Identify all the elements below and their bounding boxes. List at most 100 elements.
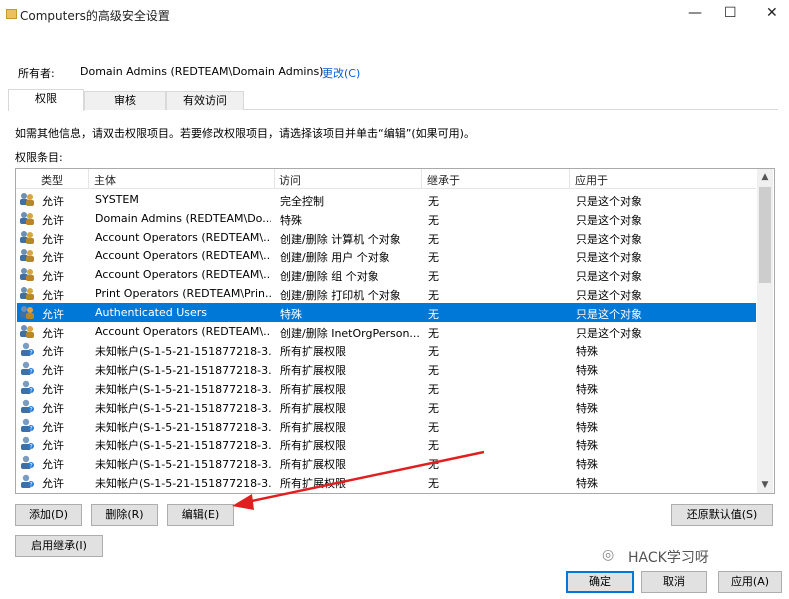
table-row[interactable]: ? 允许 未知帐户(S-1-5-21-151877218-3... 所有扩展权限 无 特殊: [17, 378, 756, 397]
unknown-user-icon: ?: [19, 380, 35, 394]
column-header-applies-to[interactable]: 应用于: [575, 172, 608, 188]
principal-name: 未知帐户(S-1-5-21-151877218-3...: [95, 364, 271, 378]
cancel-button[interactable]: 取消: [641, 571, 707, 593]
table-row[interactable]: ? 允许 未知帐户(S-1-5-21-151877218-3... 所有扩展权限 无 特殊: [17, 397, 756, 416]
user-group-icon: [19, 305, 35, 319]
table-row[interactable]: ? 允许 未知帐户(S-1-5-21-151877218-3... 所有扩展权限 无 特殊: [17, 472, 756, 491]
permission-type: 允许: [42, 289, 64, 302]
applies-to: 只是这个对象: [576, 232, 642, 246]
title-bar: Computers的高级安全设置 — ☐ ✕: [0, 0, 789, 30]
column-header-access[interactable]: 访问: [279, 172, 301, 188]
principal-name: 未知帐户(S-1-5-21-151877218-3...: [95, 345, 271, 359]
permission-entries-list[interactable]: 类型 主体 访问 继承于 应用于 允许 SYSTEM 完全控制无只是这个对象 允许 Do…: [15, 168, 775, 494]
scroll-thumb[interactable]: [759, 187, 771, 283]
table-row[interactable]: 允许 Print Operators (REDTEAM\Prin... 创建/删除 …: [17, 284, 756, 303]
applies-to: 只是这个对象: [576, 307, 642, 321]
column-separator[interactable]: [421, 169, 422, 188]
access-level: 所有扩展权限: [280, 345, 346, 359]
table-row[interactable]: 允许 Domain Admins (REDTEAM\Do... 特殊 无 只是这个对象: [17, 209, 756, 228]
user-group-icon: [19, 267, 35, 282]
permission-type: 允许: [42, 383, 64, 396]
folder-icon: [6, 9, 17, 19]
minimize-button[interactable]: —: [688, 5, 702, 21]
principal-name: SYSTEM: [95, 193, 139, 206]
edit-button[interactable]: 编辑(E): [167, 504, 234, 526]
inherited-from: 无: [428, 420, 439, 434]
applies-to: 特殊: [576, 364, 598, 378]
owner-value: Domain Admins (REDTEAM\Domain Admins): [80, 65, 324, 78]
column-header-type[interactable]: 类型: [41, 172, 63, 188]
table-row[interactable]: ? 允许 未知帐户(S-1-5-21-151877218-3... 所有扩展权限 无 特殊: [17, 453, 756, 472]
access-level: 所有扩展权限: [280, 477, 346, 490]
permission-type: 允许: [42, 232, 64, 246]
remove-button[interactable]: 删除(R): [91, 504, 158, 526]
inherited-from: 无: [428, 477, 439, 490]
access-level: 所有扩展权限: [280, 458, 346, 472]
column-header-inherited-from[interactable]: 继承于: [427, 172, 460, 188]
column-separator[interactable]: [88, 169, 89, 188]
permission-type: 允许: [42, 307, 64, 321]
column-separator[interactable]: [274, 169, 275, 188]
permission-type: 允许: [42, 251, 64, 265]
column-separator[interactable]: [569, 169, 570, 188]
tab-permissions[interactable]: 权限: [8, 89, 84, 111]
restore-defaults-button[interactable]: 还原默认值(S): [671, 504, 773, 526]
principal-name: 未知帐户(S-1-5-21-151877218-3...: [95, 420, 271, 434]
user-group-icon: [19, 230, 35, 244]
inherited-from: 无: [428, 401, 439, 415]
column-header-principal[interactable]: 主体: [94, 172, 116, 188]
table-row[interactable]: 允许 Account Operators (REDTEAM\... 创建/删除 组 …: [17, 265, 756, 284]
maximize-button[interactable]: ☐: [724, 5, 737, 21]
table-row[interactable]: 允许 Account Operators (REDTEAM\... 创建/删除 用户…: [17, 246, 756, 265]
applies-to: 特殊: [576, 439, 598, 453]
inherited-from: 无: [428, 326, 439, 340]
table-row[interactable]: 允许 Authenticated Users 特殊 无 只是这个对象: [17, 302, 756, 322]
scroll-up-arrow-icon[interactable]: ▲: [757, 169, 773, 185]
apply-button[interactable]: 应用(A): [718, 571, 782, 593]
inherited-from: 无: [428, 307, 439, 321]
user-group-icon: [19, 248, 35, 263]
permission-type: 允许: [42, 420, 64, 434]
svg-text:?: ?: [30, 463, 33, 470]
principal-name: Account Operators (REDTEAM\...: [95, 249, 271, 263]
table-row[interactable]: 允许 Account Operators (REDTEAM\... 创建/删除 In…: [17, 322, 756, 341]
access-level: 创建/删除 打印机 个对象: [280, 289, 401, 302]
permission-type: 允许: [42, 213, 64, 227]
tab-effective-access[interactable]: 有效访问: [166, 91, 244, 110]
access-level: 所有扩展权限: [280, 420, 346, 434]
table-row[interactable]: ? 允许 未知帐户(S-1-5-21-151877218-3... 所有扩展权限 无 特殊: [17, 359, 756, 378]
unknown-user-icon: ?: [19, 342, 35, 357]
permission-type: 允许: [42, 401, 64, 415]
tab-auditing[interactable]: 审核: [84, 91, 166, 110]
inherited-from: 无: [428, 213, 439, 227]
principal-name: Print Operators (REDTEAM\Prin...: [95, 287, 271, 300]
scroll-down-arrow-icon[interactable]: ▼: [757, 477, 773, 493]
vertical-scrollbar[interactable]: ▲ ▼: [757, 169, 773, 493]
list-header: 类型 主体 访问 继承于 应用于: [16, 169, 756, 189]
unknown-user-icon: ?: [19, 399, 35, 413]
table-row[interactable]: 允许 SYSTEM 完全控制 无 只是这个对象: [17, 190, 756, 209]
inherited-from: 无: [428, 439, 439, 453]
user-group-icon: [19, 192, 35, 206]
change-owner-link[interactable]: 更改(C): [322, 65, 360, 81]
principal-name: Account Operators (REDTEAM\...: [95, 324, 271, 338]
table-row[interactable]: 允许 Account Operators (REDTEAM\... 创建/删除 计算…: [17, 228, 756, 247]
table-row[interactable]: ? 允许 未知帐户(S-1-5-21-151877218-3... 所有扩展权限 无 特殊: [17, 416, 756, 435]
permission-type: 允许: [42, 364, 64, 378]
access-level: 特殊: [280, 213, 302, 227]
add-button[interactable]: 添加(D): [15, 504, 82, 526]
applies-to: 特殊: [576, 458, 598, 472]
table-row[interactable]: ? 允许 未知帐户(S-1-5-21-151877218-3... 所有扩展权限 无 特殊: [17, 434, 756, 453]
principal-name: 未知帐户(S-1-5-21-151877218-3...: [95, 439, 271, 453]
enable-inheritance-button[interactable]: 启用继承(I): [15, 535, 103, 557]
applies-to: 只是这个对象: [576, 213, 642, 227]
unknown-user-icon: ?: [19, 436, 35, 451]
close-button[interactable]: ✕: [766, 5, 778, 21]
svg-text:?: ?: [30, 388, 33, 395]
ok-button[interactable]: 确定: [566, 571, 634, 593]
inherited-from: 无: [428, 383, 439, 396]
table-row[interactable]: ? 允许 未知帐户(S-1-5-21-151877218-3... 所有扩展权限 无 特殊: [17, 340, 756, 359]
permission-type: 允许: [42, 195, 64, 208]
access-level: 所有扩展权限: [280, 401, 346, 415]
inherited-from: 无: [428, 345, 439, 359]
